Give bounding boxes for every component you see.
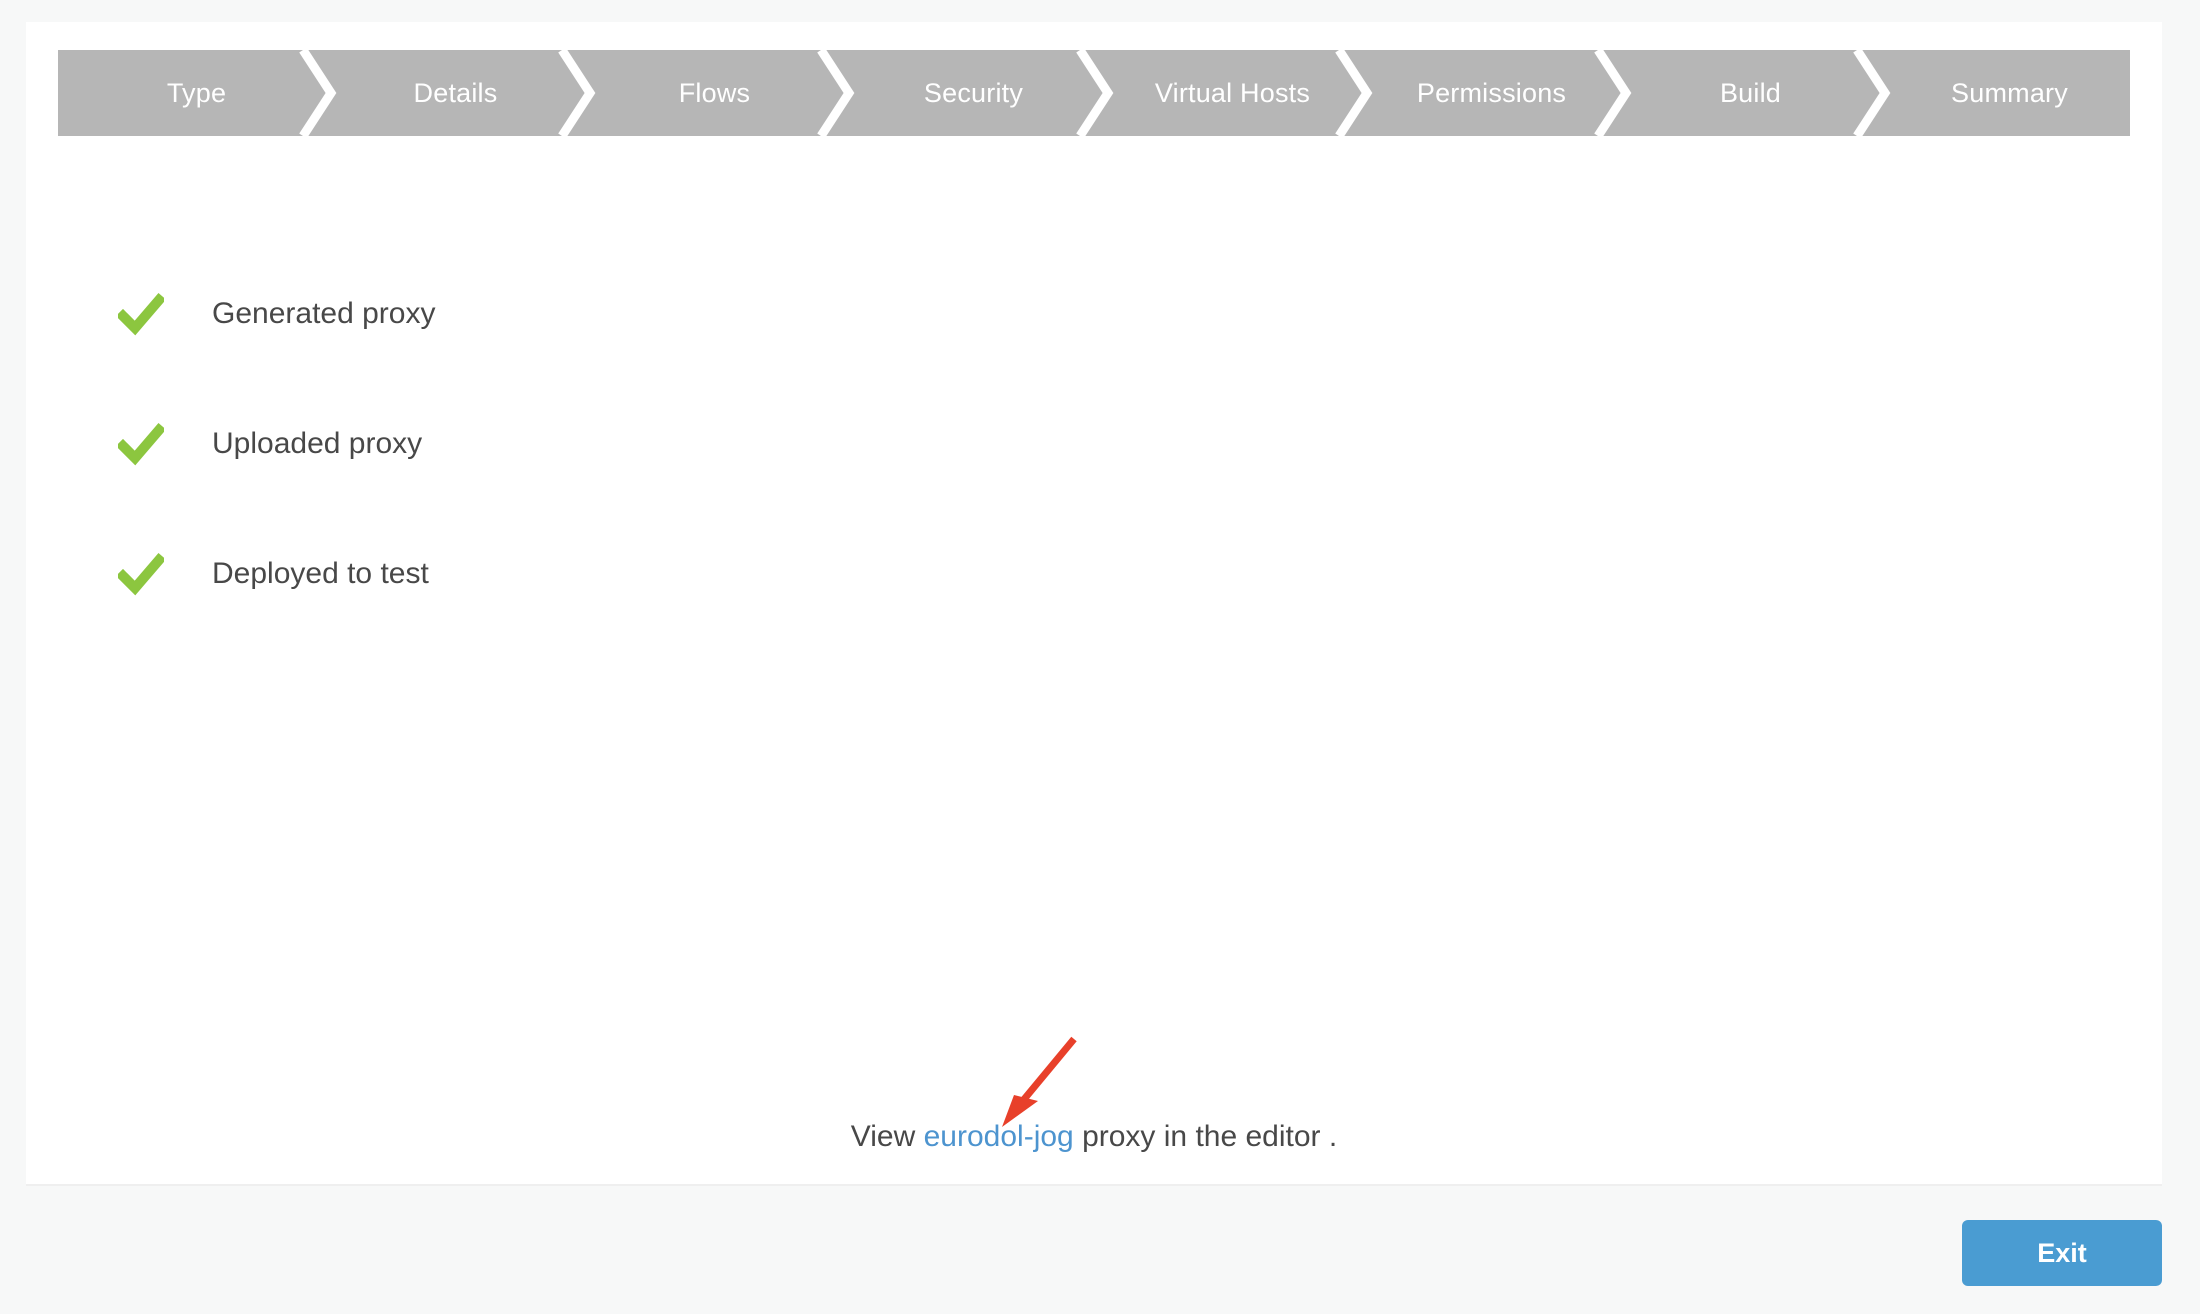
wizard-step-details[interactable]: Details: [317, 50, 596, 136]
check-icon: [118, 552, 164, 596]
wizard-step-label: Virtual Hosts: [1154, 77, 1311, 108]
editor-line-prefix: View: [850, 1120, 924, 1153]
list-item: Uploaded proxy: [118, 414, 1018, 474]
wizard-step-breadcrumb: Type Details Flows Security Virtual Host…: [58, 50, 2130, 136]
wizard-step-label: Build: [1719, 77, 1782, 108]
build-status-list: Generated proxy Uploaded proxy Deployed …: [118, 284, 1018, 674]
status-item-label: Generated proxy: [212, 297, 436, 330]
wizard-step-build[interactable]: Build: [1612, 50, 1891, 136]
wizard-step-flows[interactable]: Flows: [576, 50, 855, 136]
list-item: Deployed to test: [118, 544, 1018, 604]
proxy-name-link[interactable]: eurodol-jog: [924, 1120, 1074, 1153]
wizard-step-permissions[interactable]: Permissions: [1353, 50, 1632, 136]
wizard-step-label: Summary: [1951, 77, 2068, 108]
check-icon: [118, 422, 164, 466]
editor-line-suffix: proxy in the editor .: [1073, 1120, 1338, 1153]
exit-button[interactable]: Exit: [1962, 1220, 2162, 1286]
status-item-label: Uploaded proxy: [212, 427, 423, 460]
content-panel: Type Details Flows Security Virtual Host…: [26, 22, 2162, 1186]
wizard-step-label: Flows: [678, 77, 751, 108]
list-item: Generated proxy: [118, 284, 1018, 344]
wizard-step-label: Security: [923, 77, 1024, 108]
wizard-step-label: Permissions: [1416, 77, 1567, 108]
wizard-step-label: Details: [413, 77, 498, 108]
wizard-step-summary[interactable]: Summary: [1871, 50, 2130, 136]
check-icon: [118, 292, 164, 336]
status-item-label: Deployed to test: [212, 557, 429, 590]
footer-bar: Exit: [0, 1188, 2200, 1314]
proxy-wizard-screen: Type Details Flows Security Virtual Host…: [0, 0, 2200, 1314]
wizard-step-label: Type: [166, 77, 227, 108]
wizard-step-security[interactable]: Security: [835, 50, 1114, 136]
wizard-step-virtual-hosts[interactable]: Virtual Hosts: [1094, 50, 1373, 136]
wizard-step-type[interactable]: Type: [58, 50, 337, 136]
view-proxy-in-editor-text: View eurodol-jog proxy in the editor .: [26, 1122, 2162, 1152]
